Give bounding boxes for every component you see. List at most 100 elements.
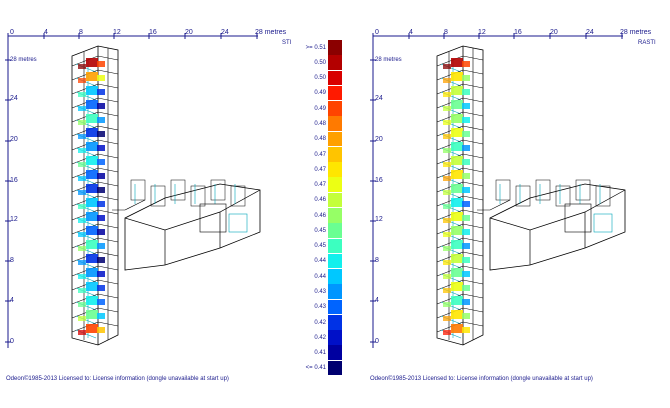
grid-cell [97,117,105,123]
grid-cell [78,232,86,237]
legend-label: 0.44 [314,258,326,265]
grid-cell [462,201,470,207]
grid-cell [97,75,105,81]
grid-cell [462,89,470,95]
grid-cell [443,302,451,307]
grid-cell [462,173,470,179]
grid-cell [443,176,451,181]
grid-cell [97,243,105,249]
grid-cell [86,254,98,263]
left-x-tick-4: 4 [44,29,48,36]
grid-cell [451,128,463,137]
left-x-tick-20: 20 [185,29,193,36]
right-y-tick-20: 20 [375,136,383,143]
left-y-tick-4: 4 [10,297,14,304]
grid-cell [443,190,451,195]
legend-swatch [328,192,342,208]
room-box [515,185,531,207]
legend-swatch [328,330,342,345]
grid-cell [86,170,98,179]
grid-cell [443,260,451,265]
right-x-tick-28: 28 metres [620,29,652,36]
room-box [495,179,511,201]
legend-swatch [328,146,342,162]
legend-swatch [328,284,342,300]
grid-cell [86,128,98,137]
right-x-tick-0: 0 [375,29,379,36]
legend-swatch [328,238,342,254]
right-building-model [436,45,626,346]
grid-cell [97,271,105,277]
grid-cell [451,254,463,263]
right-plot-canvas [370,33,626,348]
grid-cell [78,288,86,293]
grid-cell [451,226,463,235]
legend-swatch [328,360,342,376]
grid-cell [86,100,98,109]
grid-cell [78,302,86,307]
legend-label: 0.50 [314,75,326,82]
grid-cell [86,156,98,165]
grid-cell [451,86,463,95]
grid-cell [86,212,98,221]
left-building-model [71,45,261,346]
grid-cell [97,229,105,235]
grid-cell [443,274,451,279]
grid-cell [97,103,105,109]
right-x-tick-4: 4 [409,29,413,36]
legend-label: 0.46 [314,197,326,204]
grid-cell [462,285,470,291]
grid-cell [451,156,463,165]
legend-swatch [328,40,342,55]
right-x-tick-12: 12 [478,29,486,36]
grid-cell [451,324,463,333]
grid-cell [462,271,470,277]
grid-cell [86,72,98,81]
left-y-tick-16: 16 [10,177,18,184]
grid-cell [451,184,463,193]
left-license-footer: Odeon©1985-2013 Licensed to: License inf… [6,376,229,382]
connector [112,199,146,211]
left-x-tick-16: 16 [149,29,157,36]
grid-cell [462,75,470,81]
grid-cell [443,120,451,125]
right-y-tick-4: 4 [375,297,379,304]
grid-cell [86,240,98,249]
legend-label: 0.48 [314,136,326,143]
legend-label: 0.43 [314,289,326,295]
grid-cell [451,282,463,291]
room-box [575,179,591,201]
grid-cell [86,114,98,123]
grid-cell [462,187,470,193]
left-x-tick-0: 0 [10,29,14,36]
legend-label: 0.42 [314,319,326,326]
right-y-tick-8: 8 [375,257,379,264]
right-license-footer: Odeon©1985-2013 Licensed to: License inf… [370,376,593,382]
grid-cell [451,240,463,249]
legend-label: <= 0.41 [305,365,326,372]
grid-cell [97,131,105,137]
grid-cell [78,64,86,69]
grid-cell [451,100,463,109]
right-x-tick-24: 24 [586,29,594,36]
grid-cell [451,212,463,221]
grid-cell [97,215,105,221]
grid-cell [86,268,98,277]
grid-cell [443,218,451,223]
grid-cell [97,313,105,319]
grid-cell [443,148,451,153]
grid-cell [462,61,470,67]
grid-cell [78,316,86,321]
left-y-tick-12: 12 [10,216,18,223]
grid-cell [86,58,98,67]
room-box [535,179,551,201]
grid-cell [97,299,105,305]
left-x-tick-28: 28 metres [255,29,287,36]
grid-cell [443,330,451,335]
grid-cell [97,61,105,67]
grid-cell [97,89,105,95]
grid-cell [462,145,470,151]
legend-swatch [328,55,342,70]
legend-swatch [328,70,342,86]
grid-cell [443,232,451,237]
